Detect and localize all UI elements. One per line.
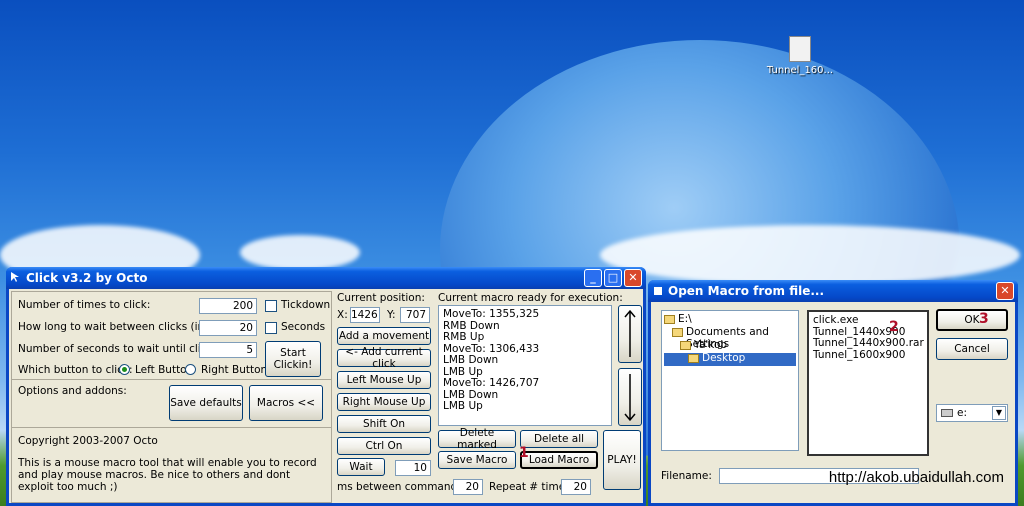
- divider: [12, 427, 331, 428]
- left-mouse-up-button[interactable]: Left Mouse Up: [337, 371, 431, 389]
- minimize-button[interactable]: _: [584, 269, 602, 287]
- folder-list[interactable]: E:\ Documents and Settings Ya'kob Deskto…: [661, 310, 799, 451]
- current-position-label: Current position:: [337, 292, 425, 304]
- drive-icon: [941, 409, 953, 417]
- click-window-title: Click v3.2 by Octo: [26, 271, 148, 285]
- annotation-3: 3: [979, 311, 989, 327]
- macro-line[interactable]: LMB Down: [443, 354, 607, 367]
- arrow-up-icon: [624, 309, 636, 357]
- pos-y-field: 707: [400, 307, 430, 323]
- y-label: Y:: [387, 309, 396, 321]
- ms-between-label: ms between commands::: [337, 481, 470, 493]
- tickdown-checkbox[interactable]: [265, 300, 277, 312]
- start-clickin-button[interactable]: Start Clickin!: [265, 341, 321, 377]
- click-window-titlebar[interactable]: Click v3.2 by Octo _ □ ✕: [6, 267, 646, 289]
- macro-ready-label: Current macro ready for execution:: [438, 292, 623, 304]
- macro-line[interactable]: MoveTo: 1355,325: [443, 308, 607, 321]
- tickdown-label: Tickdown: [281, 299, 331, 311]
- ok-button[interactable]: OK: [936, 309, 1008, 331]
- folder-open-icon: [688, 354, 699, 363]
- click-window: Click v3.2 by Octo _ □ ✕ Number of times…: [6, 267, 646, 506]
- description-text: This is a mouse macro tool that will ena…: [18, 457, 317, 493]
- folder-open-icon: [672, 328, 683, 337]
- desktop-icon-label: Tunnel_160...: [766, 65, 834, 76]
- annotation-1: 1: [519, 445, 529, 461]
- ctrl-on-button[interactable]: Ctrl On: [337, 437, 431, 455]
- wait-input[interactable]: 20: [199, 320, 257, 336]
- add-movement-button[interactable]: Add a movement: [337, 327, 431, 345]
- dialog-title: Open Macro from file...: [668, 284, 825, 298]
- cursor-icon: [11, 272, 19, 282]
- wallpaper-cloud: [600, 225, 1020, 285]
- watermark-url: http://akob.ubaidullah.com: [828, 469, 1004, 486]
- dialog-titlebar[interactable]: Open Macro from file... ✕: [648, 280, 1018, 302]
- ms-between-input[interactable]: 20: [453, 479, 483, 495]
- options-label: Options and addons:: [18, 385, 127, 397]
- cancel-button[interactable]: Cancel: [936, 338, 1008, 360]
- right-mouse-up-button[interactable]: Right Mouse Up: [337, 393, 431, 411]
- file-item[interactable]: Tunnel_1600x900: [813, 349, 923, 362]
- macro-line[interactable]: LMB Up: [443, 400, 607, 413]
- seconds-input[interactable]: 5: [199, 342, 257, 358]
- add-current-click-button[interactable]: <- Add current click: [337, 346, 431, 370]
- right-button-radio[interactable]: [185, 364, 196, 375]
- delete-marked-button[interactable]: Delete marked: [438, 427, 516, 451]
- dialog-close-button[interactable]: ✕: [996, 282, 1014, 300]
- file-icon: [789, 36, 811, 62]
- desktop-icon-tunnel[interactable]: Tunnel_160...: [760, 36, 840, 76]
- x-label: X:: [337, 309, 348, 321]
- chevron-down-icon[interactable]: ▼: [992, 406, 1006, 420]
- which-button-label: Which button to click:: [18, 364, 133, 376]
- load-macro-button[interactable]: Load Macro: [520, 451, 598, 469]
- folder-name: Ya'kob: [694, 339, 728, 351]
- times-label: Number of times to click:: [18, 299, 151, 311]
- move-up-button[interactable]: [618, 305, 642, 363]
- macro-list[interactable]: MoveTo: 1355,325 RMB Down RMB Up MoveTo: 13…: [438, 305, 612, 426]
- file-item[interactable]: click.exe: [813, 314, 923, 327]
- wallpaper-cloud: [240, 235, 360, 270]
- save-defaults-button[interactable]: Save defaults: [169, 385, 243, 421]
- macro-line[interactable]: RMB Up: [443, 331, 607, 344]
- play-button[interactable]: PLAY!: [603, 430, 641, 490]
- close-button[interactable]: ✕: [624, 269, 642, 287]
- file-list[interactable]: click.exe Tunnel_1440x900 Tunnel_1440x90…: [807, 310, 929, 456]
- copyright-text: Copyright 2003-2007 Octo: [18, 435, 158, 447]
- file-item[interactable]: Tunnel_1440x900.rar: [813, 337, 924, 350]
- divider: [12, 379, 331, 380]
- maximize-button[interactable]: □: [604, 269, 622, 287]
- folder-item-selected[interactable]: Desktop: [664, 352, 796, 366]
- macro-line[interactable]: MoveTo: 1426,707: [443, 377, 607, 390]
- seconds-label: Seconds: [281, 321, 326, 333]
- folder-name: Desktop: [702, 352, 746, 364]
- left-button-radio[interactable]: [119, 364, 130, 375]
- wait-ms-input[interactable]: 10: [395, 460, 431, 476]
- filename-label: Filename:: [661, 470, 712, 482]
- folder-name: E:\: [678, 313, 692, 325]
- pos-x-field: 1426: [350, 307, 380, 323]
- drive-value: e:: [957, 407, 967, 419]
- save-macro-button[interactable]: Save Macro: [438, 451, 516, 469]
- shift-on-button[interactable]: Shift On: [337, 415, 431, 433]
- times-input[interactable]: 200: [199, 298, 257, 314]
- folder-item[interactable]: Documents and Settings: [664, 326, 796, 349]
- wait-button[interactable]: Wait: [337, 458, 385, 476]
- move-down-button[interactable]: [618, 368, 642, 426]
- drive-select[interactable]: e: ▼: [936, 404, 1008, 422]
- right-button-label: Right Button: [201, 364, 268, 376]
- annotation-2: 2: [889, 319, 899, 335]
- repeat-input[interactable]: 20: [561, 479, 591, 495]
- window-icon: [654, 287, 662, 295]
- arrow-down-icon: [624, 374, 636, 422]
- delete-all-button[interactable]: Delete all: [520, 430, 598, 448]
- macros-button[interactable]: Macros <<: [249, 385, 323, 421]
- folder-open-icon: [664, 315, 675, 324]
- seconds-checkbox[interactable]: [265, 322, 277, 334]
- folder-open-icon: [680, 341, 691, 350]
